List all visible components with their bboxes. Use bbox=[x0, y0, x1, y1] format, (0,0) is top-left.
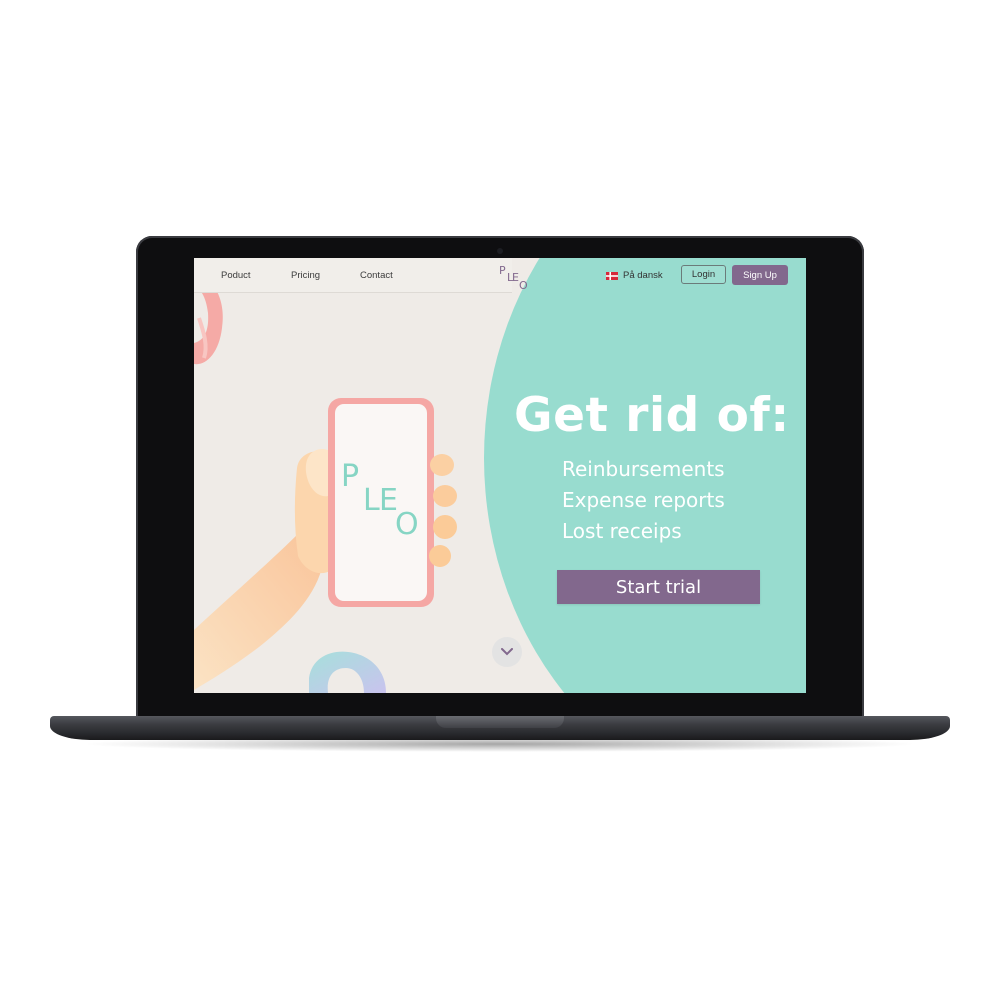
phone-screen-logo: P L E O bbox=[341, 459, 419, 542]
language-switch[interactable]: På dansk bbox=[606, 270, 663, 281]
svg-text:P: P bbox=[499, 264, 506, 277]
denmark-flag-icon bbox=[606, 271, 618, 280]
svg-text:P: P bbox=[341, 459, 359, 494]
webcam bbox=[497, 248, 503, 254]
signup-button[interactable]: Sign Up bbox=[732, 265, 788, 285]
nav-link-contact[interactable]: Contact bbox=[360, 270, 393, 281]
laptop-hinge-notch bbox=[436, 716, 564, 728]
nav-link-product[interactable]: Poduct bbox=[221, 270, 251, 281]
hero-title: Get rid of: bbox=[514, 388, 790, 443]
chevron-down-icon bbox=[501, 648, 513, 656]
svg-text:O: O bbox=[395, 507, 419, 542]
hero-benefit-item: Expense reports bbox=[562, 488, 725, 512]
login-button[interactable]: Login bbox=[681, 265, 726, 284]
teal-ring-decoration bbox=[309, 651, 386, 693]
website-screen: P L E O Poduct Pricing Contact P L E O P… bbox=[194, 258, 806, 693]
hero-benefit-item: Reinbursements bbox=[562, 457, 725, 481]
hero-benefit-list: Reinbursements Expense reports Lost rece… bbox=[562, 454, 725, 547]
svg-text:E: E bbox=[512, 271, 519, 284]
start-trial-button[interactable]: Start trial bbox=[557, 570, 760, 604]
nav-link-pricing[interactable]: Pricing bbox=[291, 270, 320, 281]
pleo-logo[interactable]: P L E O bbox=[499, 261, 529, 291]
svg-text:O: O bbox=[519, 279, 528, 291]
language-label: På dansk bbox=[623, 270, 663, 281]
svg-text:L: L bbox=[363, 483, 380, 518]
hero-benefit-item: Lost receips bbox=[562, 519, 682, 543]
scroll-down-button[interactable] bbox=[492, 637, 522, 667]
